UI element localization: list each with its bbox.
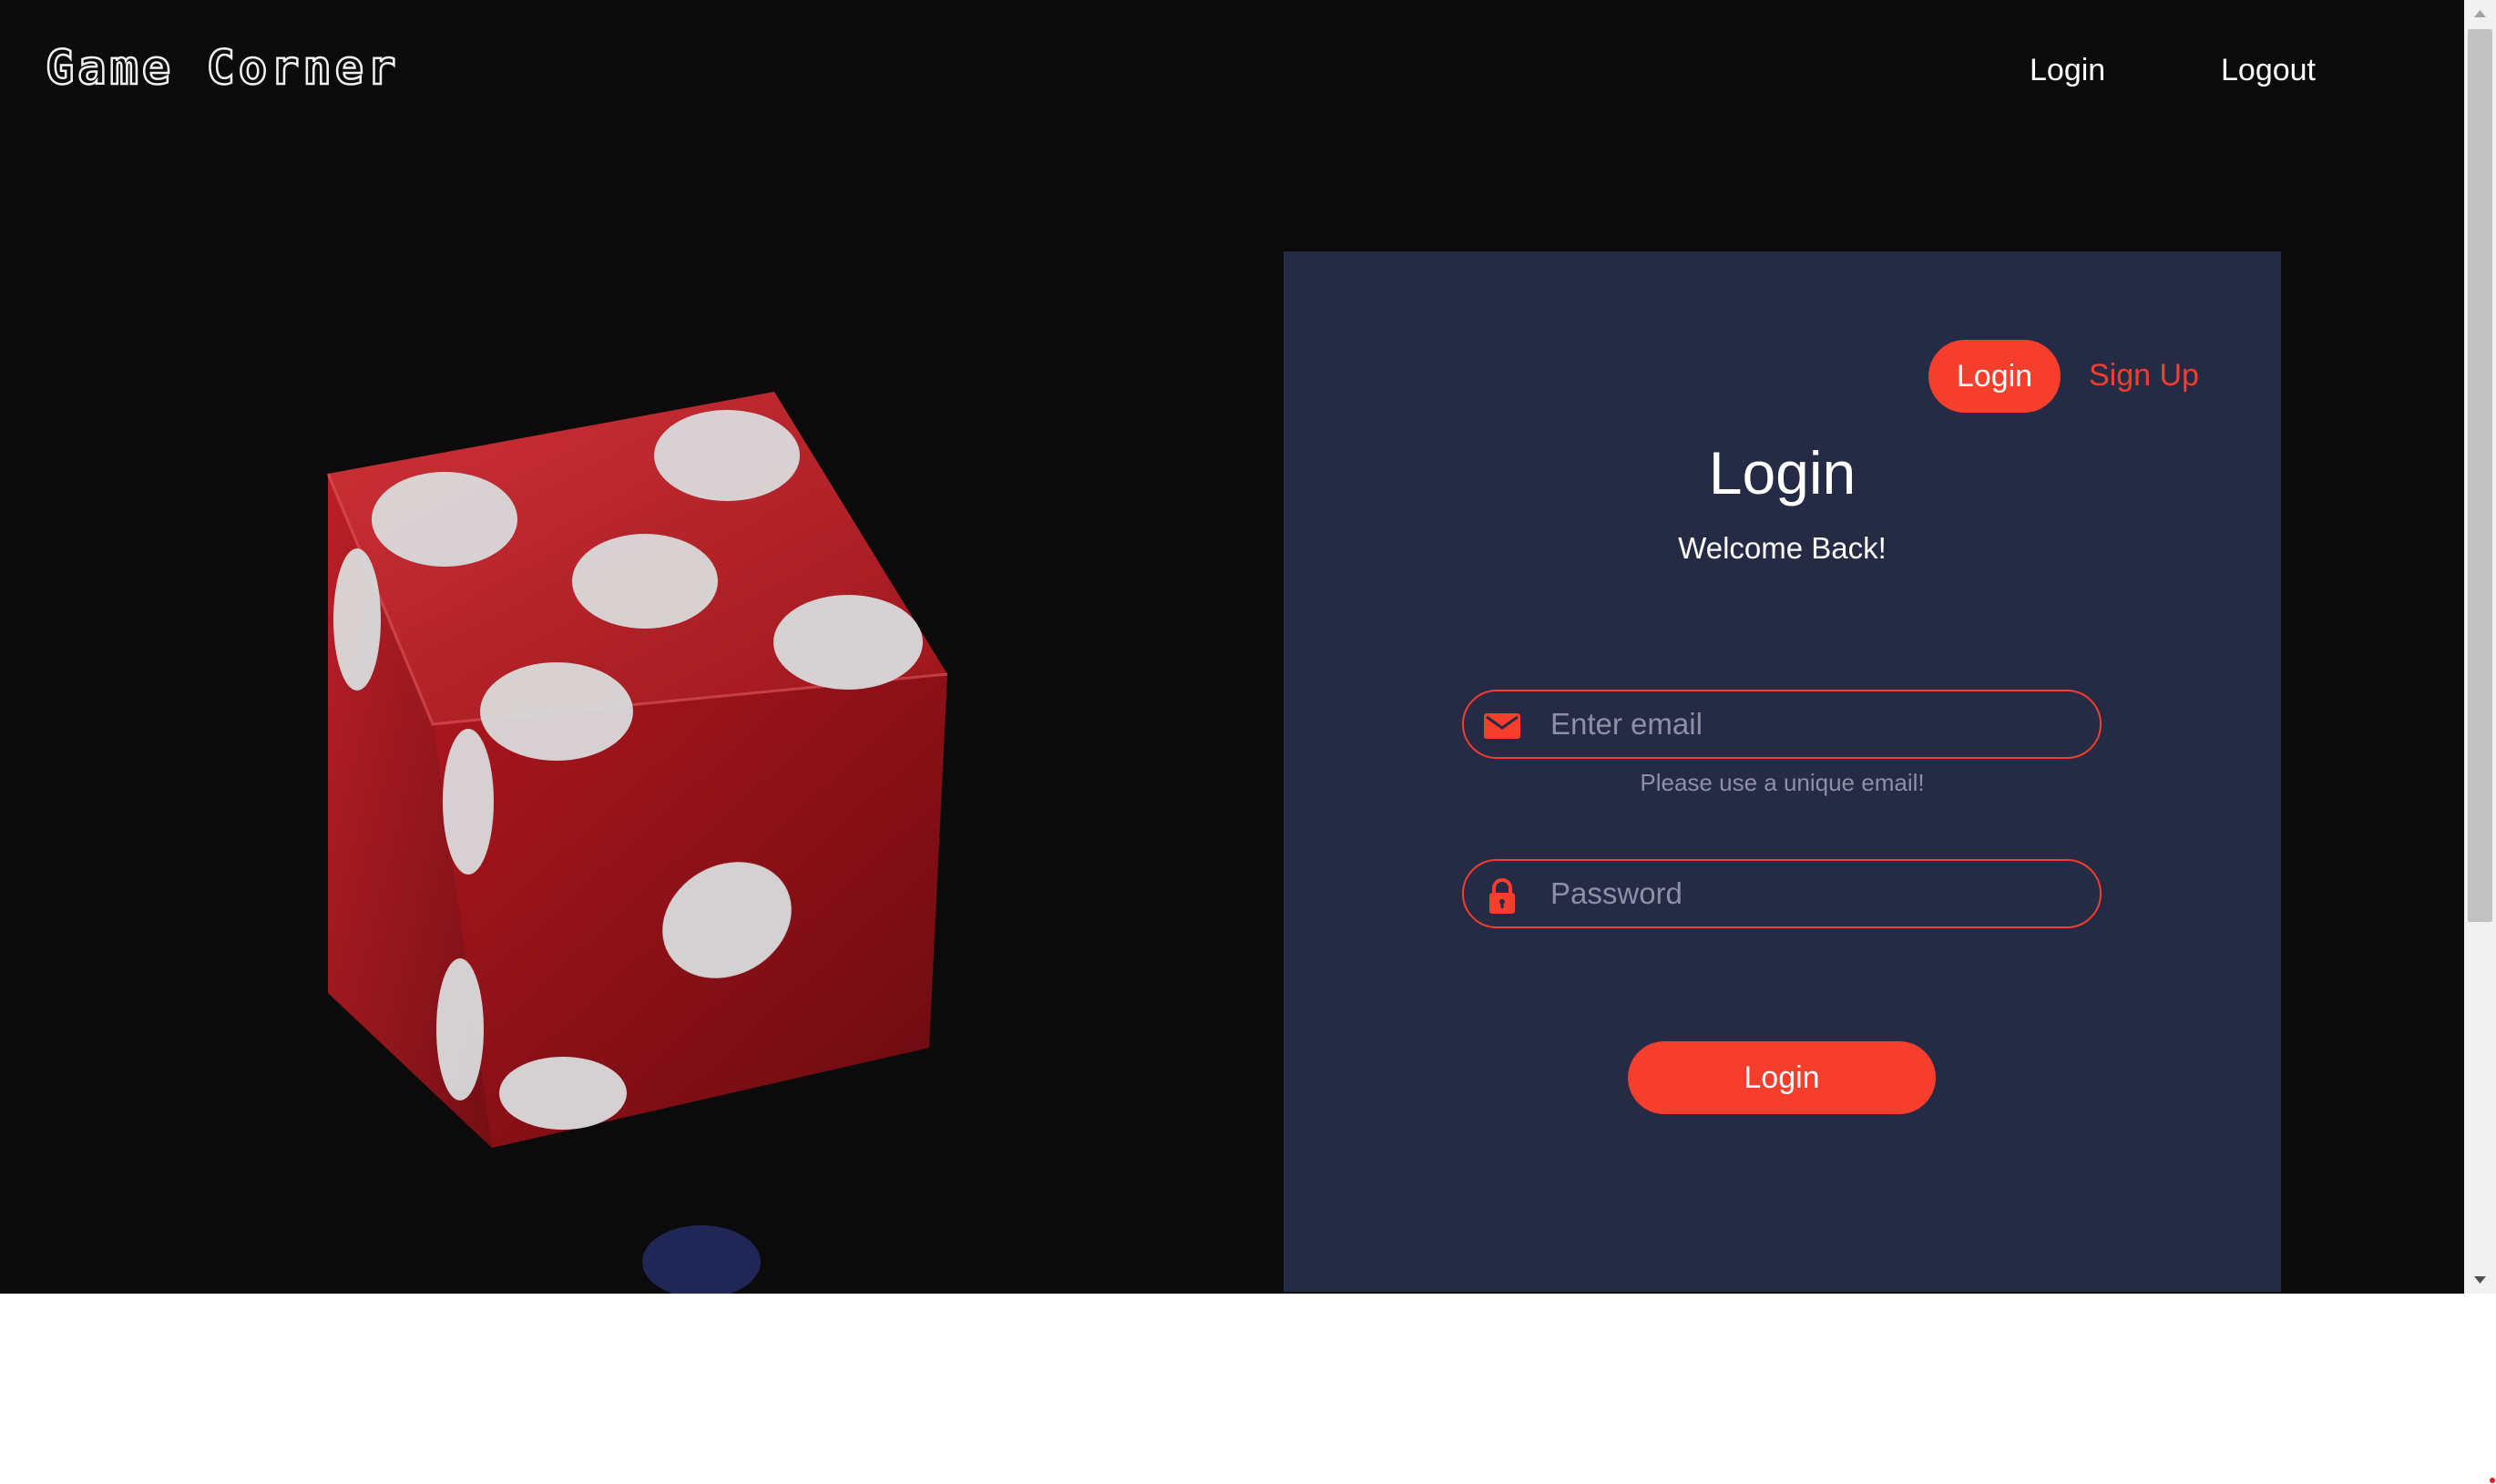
page: Game Corner Login Logout Login Sign Up L…: [0, 0, 2464, 1294]
email-input[interactable]: [1550, 691, 2079, 757]
dice-pip: [773, 595, 923, 690]
dice-pip: [499, 1057, 627, 1130]
dice-pip: [654, 410, 800, 501]
site-logo[interactable]: Game Corner: [45, 40, 399, 97]
envelope-icon: [1484, 713, 1520, 739]
corner-indicator: [2490, 1478, 2495, 1483]
dice-pip: [572, 534, 718, 629]
dice-pip: [333, 548, 381, 691]
scroll-down-arrow-icon[interactable]: [2464, 1272, 2496, 1288]
form-title: Login: [1708, 439, 1857, 507]
login-card: Login Sign Up Login Welcome Back! Please…: [1284, 251, 2281, 1292]
scroll-up-arrow-icon[interactable]: [2464, 5, 2496, 22]
vertical-scrollbar[interactable]: [2464, 0, 2496, 1294]
dice-pip: [443, 729, 494, 875]
email-field[interactable]: [1462, 690, 2102, 759]
password-input[interactable]: [1550, 861, 2079, 926]
form-subtitle: Welcome Back!: [1678, 531, 1887, 565]
signup-toggle-link[interactable]: Sign Up: [2089, 358, 2199, 394]
dice-image: [326, 392, 948, 1294]
browser-viewport: Game Corner Login Logout Login Sign Up L…: [0, 0, 2496, 1484]
dice-pip: [436, 958, 484, 1100]
nav-logout-link[interactable]: Logout: [2221, 53, 2316, 88]
email-hint: Please use a unique email!: [1640, 769, 1925, 796]
login-submit-button[interactable]: Login: [1628, 1041, 1936, 1114]
navbar: Game Corner Login Logout: [0, 0, 2464, 146]
dice-pip: [372, 472, 517, 567]
password-field[interactable]: [1462, 859, 2102, 928]
dice-pip: [480, 662, 633, 761]
chip-shadow: [642, 1225, 761, 1294]
lock-icon: [1489, 878, 1515, 914]
login-toggle-button[interactable]: Login: [1928, 340, 2061, 413]
scrollbar-thumb[interactable]: [2468, 29, 2492, 922]
nav-login-link[interactable]: Login: [2030, 53, 2105, 88]
